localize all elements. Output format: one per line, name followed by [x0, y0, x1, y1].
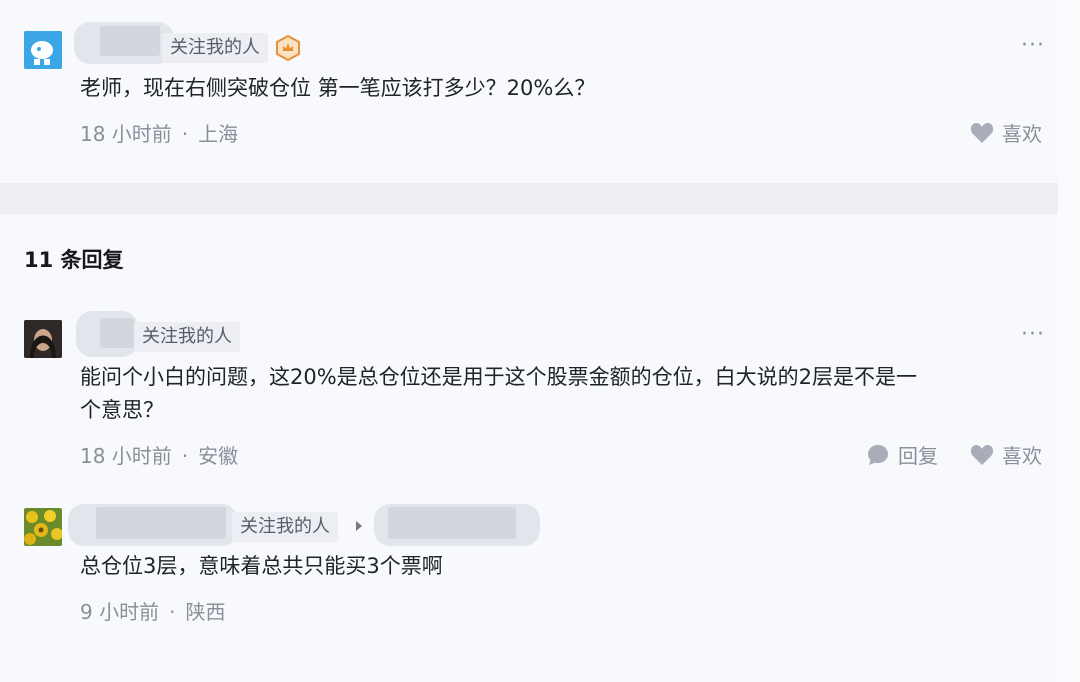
rank-badge-icon [275, 34, 301, 65]
follow-tag: 关注我的人 [232, 512, 338, 542]
comment-text: 老师，现在右侧突破仓位 第一笔应该打多少？20%么？ [80, 76, 596, 100]
section-separator [0, 183, 1058, 214]
avatar[interactable] [24, 320, 62, 358]
username-blurred-chip [96, 507, 226, 539]
follow-tag: 关注我的人 [162, 33, 268, 63]
reply-location: 陕西 [185, 600, 226, 624]
more-options-icon[interactable]: ··· [1021, 324, 1045, 346]
comment-time: 18 小时前 [80, 122, 172, 146]
comment-meta: 18 小时前 · 上海 [80, 122, 239, 146]
reply-time: 9 小时前 [80, 600, 160, 624]
reply-time: 18 小时前 [80, 444, 172, 468]
comment-location: 上海 [198, 122, 239, 146]
avatar[interactable] [24, 508, 62, 546]
reply-location: 安徽 [198, 444, 239, 468]
reply-meta: 18 小时前 · 安徽 [80, 444, 239, 468]
username-blurred-chip [100, 26, 160, 56]
username-blurred-chip [388, 507, 516, 539]
right-edge [1058, 0, 1080, 682]
heart-icon [970, 122, 994, 143]
username-blurred-chip [100, 318, 134, 348]
like-label: 喜欢 [1002, 444, 1042, 468]
reply-text-line2: 个意思？ [80, 398, 164, 422]
comment-bubble-icon [868, 444, 888, 465]
heart-icon [970, 444, 994, 465]
avatar[interactable] [24, 31, 62, 69]
reply-text-line1: 能问个小白的问题，这20%是总仓位还是用于这个股票金额的仓位，白大说的2层是不是… [80, 365, 918, 389]
like-button[interactable]: 喜欢 [970, 118, 1042, 147]
reply-meta: 9 小时前 · 陕西 [80, 600, 226, 624]
follow-tag: 关注我的人 [134, 322, 240, 352]
like-label: 喜欢 [1002, 122, 1042, 146]
reply-label: 回复 [898, 444, 938, 468]
like-button[interactable]: 喜欢 [970, 440, 1042, 469]
more-options-icon[interactable]: ··· [1021, 35, 1045, 57]
reply-text: 总仓位3层，意味着总共只能买3个票啊 [80, 554, 443, 578]
reply-button[interactable]: 回复 [866, 440, 938, 469]
reply-to-arrow-icon [356, 521, 362, 531]
replies-count-heading: 11 条回复 [24, 248, 124, 272]
